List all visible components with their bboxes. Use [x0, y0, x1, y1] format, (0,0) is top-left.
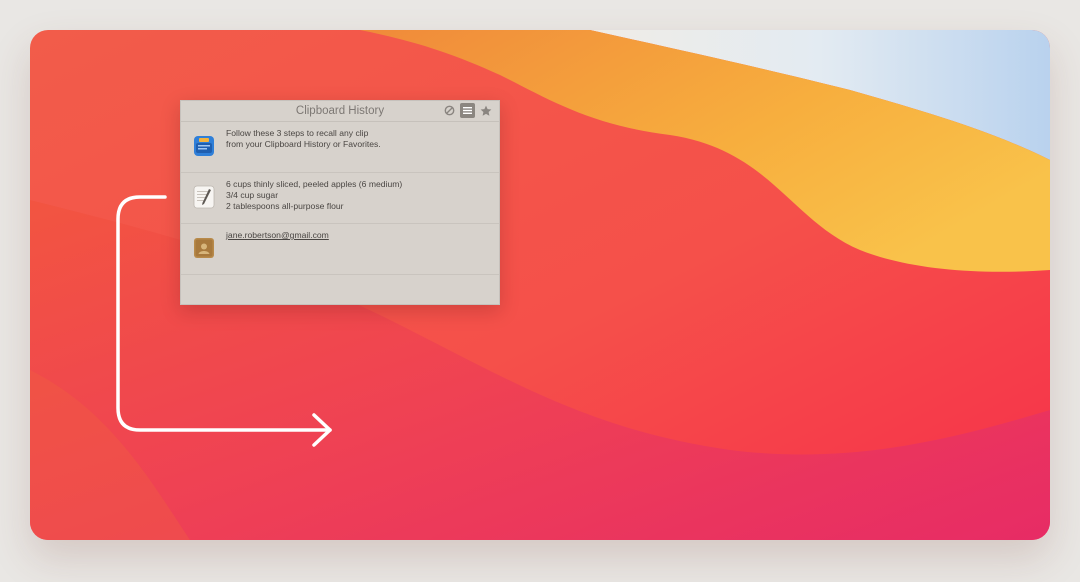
clip-item[interactable]: 6 cups thinly sliced, peeled apples (6 m…	[181, 173, 499, 224]
history-button[interactable]	[460, 103, 475, 118]
clip-item[interactable]: jane.robertson@gmail.com	[181, 224, 499, 275]
clip-text: Follow these 3 steps to recall any clip …	[226, 128, 381, 150]
clear-icon	[444, 105, 455, 116]
clip-line: from your Clipboard History or Favorites…	[226, 139, 381, 149]
star-icon	[480, 105, 491, 116]
textedit-icon	[193, 185, 215, 209]
email-link[interactable]: jane.robertson@gmail.com	[226, 230, 329, 241]
clear-button[interactable]	[442, 103, 457, 118]
clipboard-app-icon	[194, 136, 214, 156]
toolbar	[442, 103, 493, 118]
clip-line: 3/4 cup sugar	[226, 190, 279, 200]
favorites-button[interactable]	[478, 103, 493, 118]
clip-line: 6 cups thinly sliced, peeled apples (6 m…	[226, 179, 403, 189]
clipboard-history-window: Clipboard History Follow these 3 steps t…	[180, 100, 500, 305]
window-titlebar: Clipboard History	[181, 101, 499, 122]
window-title: Clipboard History	[295, 105, 385, 117]
clip-text: 6 cups thinly sliced, peeled apples (6 m…	[226, 179, 402, 212]
contacts-icon	[194, 238, 214, 258]
desktop-wallpaper: Clipboard History Follow these 3 steps t…	[30, 30, 1050, 540]
list-icon	[463, 107, 472, 114]
clip-line: 2 tablespoons all-purpose flour	[226, 201, 344, 211]
clip-line: Follow these 3 steps to recall any clip	[226, 128, 369, 138]
clip-text: jane.robertson@gmail.com	[226, 230, 329, 241]
clip-item[interactable]: Follow these 3 steps to recall any clip …	[181, 122, 499, 173]
